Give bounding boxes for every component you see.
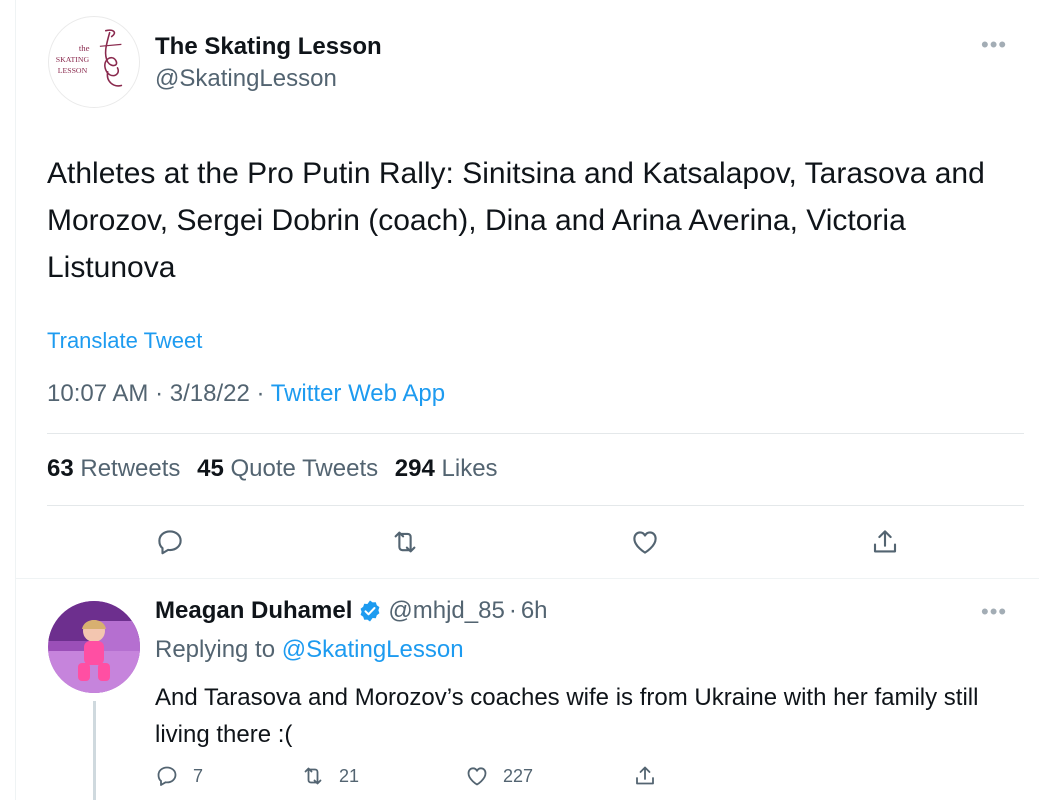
tweet-metadata: 10:07 AM · 3/18/22 · Twitter Web App <box>47 380 445 408</box>
reply-share-button[interactable] <box>633 761 671 791</box>
more-options-icon[interactable]: ••• <box>981 34 1007 56</box>
thread-line <box>93 701 96 800</box>
divider <box>47 505 1024 506</box>
reply-author-name[interactable]: Meagan Duhamel <box>155 597 352 625</box>
translate-tweet-link[interactable]: Translate Tweet <box>47 328 202 354</box>
reply-time[interactable]: 6h <box>521 597 548 625</box>
more-options-icon[interactable]: ••• <box>981 601 1007 623</box>
meta-separator: · <box>256 380 265 407</box>
reply-button[interactable] <box>153 522 187 562</box>
reply-icon <box>157 766 177 786</box>
tweet-date[interactable]: 3/18/22 <box>170 380 250 407</box>
share-icon <box>636 766 654 785</box>
replying-to-mention[interactable]: @SkatingLesson <box>282 636 464 663</box>
quote-tweets-stat[interactable]: 45 Quote Tweets <box>197 455 378 482</box>
share-icon <box>873 530 897 553</box>
reply-author-handle[interactable]: @mhjd_85 <box>388 597 504 625</box>
reply-separator: · <box>508 597 517 624</box>
svg-text:SKATING: SKATING <box>56 55 90 64</box>
tweet-time[interactable]: 10:07 AM <box>47 380 148 407</box>
reply-count: 7 <box>193 765 204 786</box>
reply-actions: 7 21 227 <box>155 761 1015 791</box>
retweet-button[interactable] <box>388 522 422 562</box>
retweets-stat[interactable]: 63 Retweets <box>47 455 180 482</box>
retweet-icon <box>304 767 322 785</box>
meta-separator: · <box>155 380 164 407</box>
likes-stat[interactable]: 294 Likes <box>395 455 498 482</box>
tweet-source-link[interactable]: Twitter Web App <box>271 380 445 407</box>
author-handle[interactable]: @SkatingLesson <box>155 65 337 93</box>
main-tweet: the SKATING LESSON The Skating Lesson @S… <box>16 0 1039 579</box>
author-name[interactable]: The Skating Lesson <box>155 33 382 61</box>
reply-reply-button[interactable]: 7 <box>155 761 203 791</box>
reply-text: And Tarasova and Morozov’s coaches wife … <box>155 684 979 748</box>
tweet-actions <box>16 522 1039 562</box>
reply-tweet[interactable]: Meagan Duhamel @mhjd_85 · 6h ••• Replyin… <box>16 579 1039 800</box>
tweet-text: Athletes at the Pro Putin Rally: Sinitsi… <box>47 157 985 284</box>
engagement-stats: 63 Retweets 45 Quote Tweets 294 Likes <box>47 455 498 483</box>
reply-header: Meagan Duhamel @mhjd_85 · 6h <box>155 597 548 625</box>
like-icon <box>467 767 487 786</box>
reply-retweet-button[interactable]: 21 <box>301 761 359 791</box>
replying-to: Replying to @SkatingLesson <box>155 636 464 664</box>
reply-avatar[interactable] <box>48 601 140 693</box>
svg-text:LESSON: LESSON <box>58 66 88 75</box>
like-count: 227 <box>503 765 534 786</box>
retweet-count: 21 <box>339 765 360 786</box>
reply-like-button[interactable]: 227 <box>465 761 533 791</box>
svg-text:the: the <box>79 43 90 53</box>
like-button[interactable] <box>628 522 662 562</box>
retweet-icon <box>394 531 416 553</box>
replying-to-label: Replying to <box>155 636 276 663</box>
like-icon <box>633 531 657 554</box>
skating-lesson-logo: the SKATING LESSON <box>56 29 123 87</box>
divider <box>47 433 1024 434</box>
verified-badge-icon <box>360 600 380 622</box>
avatar-photo <box>48 601 140 693</box>
share-button[interactable] <box>868 522 902 562</box>
author-avatar[interactable]: the SKATING LESSON <box>48 16 140 108</box>
reply-icon <box>158 530 182 555</box>
